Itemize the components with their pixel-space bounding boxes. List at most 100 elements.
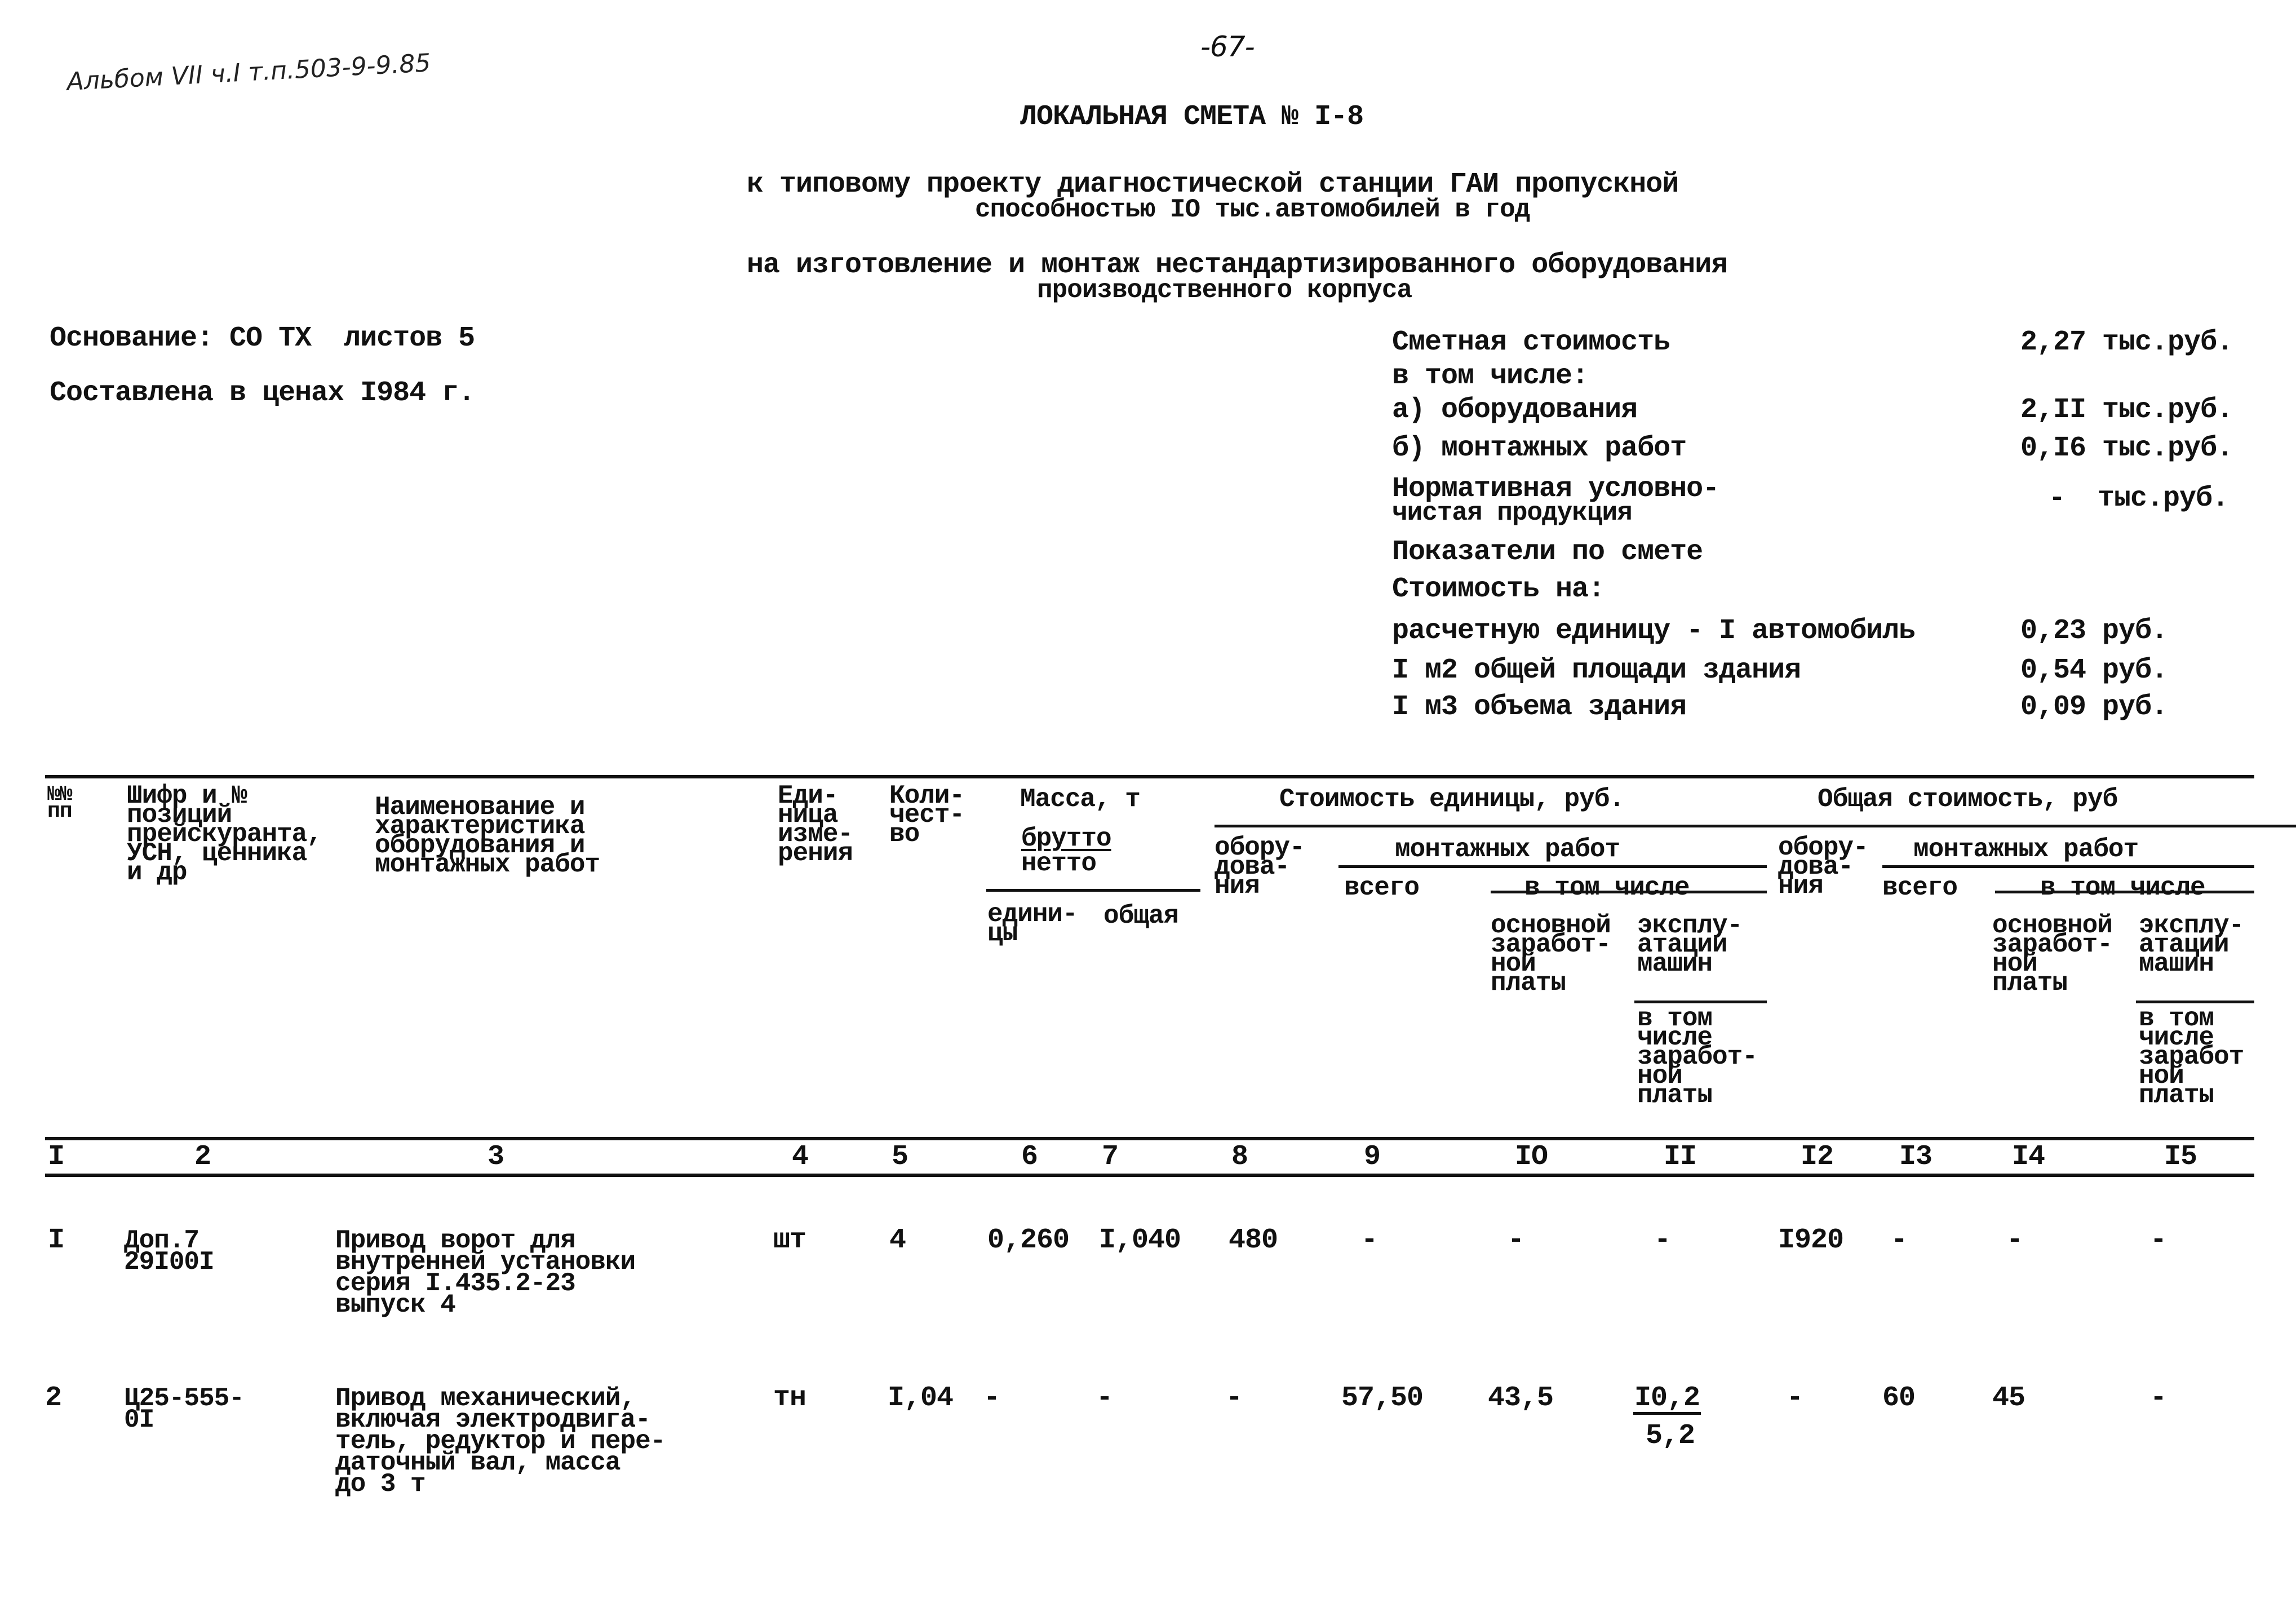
col-number: I2 [1801, 1141, 1834, 1173]
col-numbers-bottom-rule [45, 1174, 2254, 1177]
mass-unit-header-line: цы [987, 919, 1018, 948]
page-number: -67- [1200, 30, 1255, 63]
album-note: Альбом VII ч.I т.п.503-9-9.85 [66, 48, 432, 96]
row-total-machine: - [2150, 1224, 2167, 1256]
row-num: I [48, 1224, 65, 1256]
subtitle-line-2a: на изготовление и монтаж нестандартизиро… [747, 249, 1728, 281]
row-name: Привод ворот для внутренней установки се… [335, 1228, 636, 1318]
total-base-salary-header: основной заработ- ной платы [1992, 913, 2113, 996]
row-unit-equipment: - [1226, 1382, 1243, 1414]
normative-value: - тыс.руб. [2049, 483, 2229, 515]
mass-brutto-header: брутто [1021, 824, 1112, 853]
total-machine-rule [2136, 1001, 2254, 1003]
total-cost-group-header: Общая стоимость, руб [1818, 785, 2118, 814]
col2-header-line: и др [127, 858, 187, 887]
row-unit-machine: - [1654, 1224, 1671, 1256]
total-equipment-header: обору- дова- ния [1778, 835, 1869, 899]
normative-label-2: чистая продукция [1392, 498, 1633, 528]
mass-rule [986, 889, 1200, 892]
row-unit-base-salary: - [1508, 1224, 1524, 1256]
total-machine-line: машин [2139, 949, 2214, 979]
row-total-install-total: - [1891, 1224, 1908, 1256]
row-qty: I,04 [888, 1382, 954, 1414]
row-mass-total: - [1096, 1382, 1113, 1414]
unit-including-header: в том числе [1524, 873, 1690, 902]
row-unit-machine-salary: 5,2 [1646, 1420, 1695, 1452]
col-number: I5 [2164, 1141, 2197, 1173]
row-mass-total: I,040 [1099, 1224, 1181, 1256]
mass-group-header: Масса, т [1020, 785, 1141, 814]
total-machine-salary-line: платы [2139, 1081, 2214, 1110]
col-number: 9 [1364, 1141, 1381, 1173]
row-num: 2 [45, 1382, 62, 1414]
row-total-machine: - [2150, 1382, 2167, 1414]
col-number: 2 [194, 1141, 211, 1173]
col3-header-line: монтажных работ [375, 850, 600, 879]
per-m2-label: I м2 общей площади здания [1392, 654, 1801, 687]
col-number: IO [1515, 1141, 1548, 1173]
row-total-equipment: - [1787, 1382, 1803, 1414]
col3-header: Наименование и характеристика оборудован… [375, 794, 600, 878]
row-unit-install-total: 57,50 [1341, 1382, 1424, 1414]
indicators-label: Показатели по смете [1392, 536, 1703, 568]
col5-header: Коли- чест- во [889, 783, 965, 847]
page-title: ЛОКАЛЬНАЯ СМЕТА № I-8 [1020, 101, 1364, 133]
col-number: I4 [2012, 1141, 2045, 1173]
row-mass-unit: - [983, 1382, 1000, 1414]
row-mass-unit: 0,260 [987, 1224, 1070, 1256]
equipment-label: а) оборудования [1392, 394, 1638, 426]
col5-header-line: во [889, 820, 920, 849]
row-unit: шт [773, 1224, 806, 1256]
total-install-rule [1882, 865, 2254, 868]
row-name-line: до 3 т [335, 1469, 426, 1499]
col-number: 4 [792, 1141, 809, 1173]
per-unit-label: расчетную единицу - I автомобиль [1392, 615, 1916, 647]
row-unit: тн [773, 1382, 806, 1414]
col1-header: №№ пп [47, 784, 73, 822]
col-number: 5 [892, 1141, 908, 1173]
basis-line: Основание: СО ТХ листов 5 [50, 322, 475, 355]
prices-year-line: Составлена в ценах I984 г. [50, 377, 475, 409]
row-total-equipment: I920 [1778, 1224, 1844, 1256]
col-number: 6 [1021, 1141, 1038, 1173]
per-unit-value: 0,23 руб. [2020, 615, 2168, 647]
row-name: Привод механический, включая электродвиг… [335, 1385, 666, 1497]
row-unit-equipment: 480 [1229, 1224, 1278, 1256]
unit-machine-salary-line: платы [1637, 1081, 1713, 1110]
col-number: II [1664, 1141, 1697, 1173]
row-code-line: 29I00I [124, 1247, 215, 1277]
unit-install-header: монтажных работ [1395, 835, 1620, 864]
row-code-line: 0I [124, 1405, 154, 1435]
col-number: 8 [1231, 1141, 1248, 1173]
estimated-cost-label: Сметная стоимость [1392, 326, 1670, 358]
per-m3-value: 0,09 руб. [2020, 691, 2168, 723]
col-number: 3 [487, 1141, 504, 1173]
mass-unit-header: едини- цы [987, 901, 1078, 946]
subtitle-line-2b: производственного корпуса [1037, 276, 1412, 305]
total-base-salary-line: платы [1992, 968, 2068, 998]
unit-machine-salary-header: в том числе заработ- ной платы [1637, 1006, 1758, 1108]
unit-machine-header: эксплу- атации машин [1637, 913, 1743, 977]
col1-header-line: пп [47, 799, 73, 824]
total-including-header: в том числе [2040, 873, 2206, 902]
row-total-base-salary: - [2006, 1224, 2023, 1256]
header-bottom-rule [45, 1137, 2254, 1140]
col4-header-line: рения [778, 839, 853, 868]
per-m2-value: 0,54 руб. [2020, 654, 2168, 687]
unit-machine-rule [1634, 1001, 1767, 1003]
unit-install-total-header: всего [1344, 873, 1420, 902]
row-total-install-total: 60 [1882, 1382, 1916, 1414]
installation-value: 0,I6 тыс.руб. [2020, 432, 2233, 464]
subtitle-line-1b: способностью IO тыс.автомобилей в год [975, 195, 1530, 224]
including-label: в том числе: [1392, 360, 1589, 392]
col-number: I [48, 1141, 65, 1173]
estimated-cost-value: 2,27 тыс.руб. [2020, 326, 2233, 358]
unit-cost-group-header: Стоимость единицы, руб. [1279, 785, 1625, 814]
unit-equipment-header-line: ния [1215, 871, 1260, 901]
machine-fraction-line [1633, 1412, 1701, 1415]
total-equipment-header-line: ния [1778, 871, 1824, 901]
unit-base-salary-header: основной заработ- ной платы [1491, 913, 1611, 996]
row-unit-install-total: - [1361, 1224, 1378, 1256]
col-number: I3 [1899, 1141, 1932, 1173]
total-install-header: монтажных работ [1913, 835, 2139, 864]
